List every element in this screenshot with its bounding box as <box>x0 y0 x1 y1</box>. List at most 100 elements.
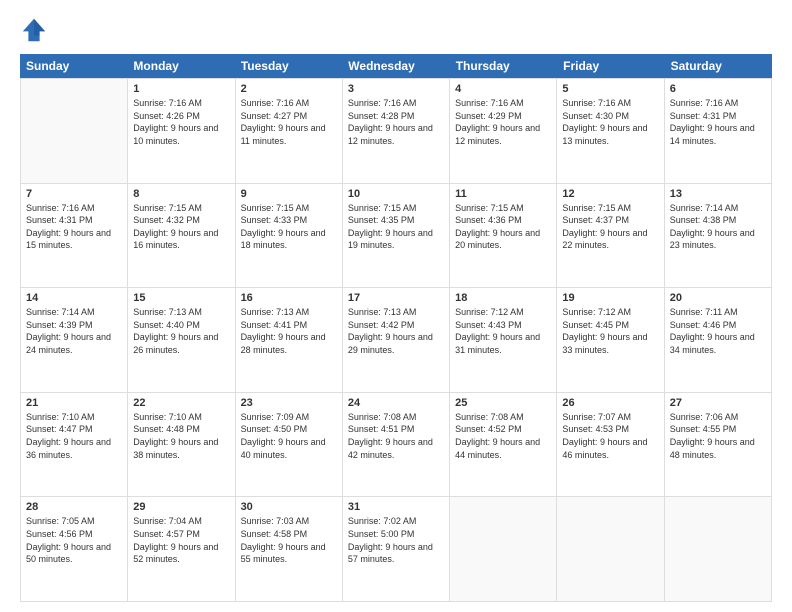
sunset-text: Sunset: 4:31 PM <box>26 214 122 227</box>
daylight-text: Daylight: 9 hours and 22 minutes. <box>562 227 658 252</box>
day-header: Friday <box>557 54 664 78</box>
sunset-text: Sunset: 4:40 PM <box>133 319 229 332</box>
sunrise-text: Sunrise: 7:06 AM <box>670 411 766 424</box>
calendar-cell: 20Sunrise: 7:11 AMSunset: 4:46 PMDayligh… <box>665 288 772 392</box>
calendar-cell: 30 Sunrise: 7:03 AMSunset: 4:58 PMDayligh… <box>236 497 343 601</box>
calendar-row: 1Sunrise: 7:16 AMSunset: 4:26 PMDaylight… <box>20 78 772 184</box>
day-number: 11 <box>455 188 551 200</box>
calendar-cell: 12Sunrise: 7:15 AMSunset: 4:37 PMDayligh… <box>557 184 664 288</box>
daylight-text: Daylight: 9 hours and 55 minutes. <box>241 541 337 566</box>
sunrise-text: Sunrise: 7:16 AM <box>133 97 229 110</box>
calendar-cell: 22Sunrise: 7:10 AMSunset: 4:48 PMDayligh… <box>128 393 235 497</box>
sunset-text: Sunset: 4:45 PM <box>562 319 658 332</box>
calendar-cell: 7Sunrise: 7:16 AMSunset: 4:31 PMDaylight… <box>21 184 128 288</box>
sunrise-text: Sunrise: 7:10 AM <box>26 411 122 424</box>
sunrise-text: Sunrise: 7:15 AM <box>455 202 551 215</box>
day-number: 15 <box>133 292 229 304</box>
sunset-text: Sunset: 4:26 PM <box>133 110 229 123</box>
sunrise-text: Sunrise: 7:12 AM <box>455 306 551 319</box>
sunrise-text: Sunrise: 7:16 AM <box>241 97 337 110</box>
sunrise-text: Sunrise: 7:13 AM <box>348 306 444 319</box>
sunset-text: Sunset: 4:38 PM <box>670 214 766 227</box>
day-number: 30 <box>241 501 337 513</box>
calendar-cell: 21Sunrise: 7:10 AMSunset: 4:47 PMDayligh… <box>21 393 128 497</box>
daylight-text: Daylight: 9 hours and 16 minutes. <box>133 227 229 252</box>
day-number: 3 <box>348 83 444 95</box>
daylight-text: Daylight: 9 hours and 48 minutes. <box>670 436 766 461</box>
daylight-text: Daylight: 9 hours and 40 minutes. <box>241 436 337 461</box>
day-number: 23 <box>241 397 337 409</box>
sunrise-text: Sunrise: 7:05 AM <box>26 515 122 528</box>
daylight-text: Daylight: 9 hours and 10 minutes. <box>133 122 229 147</box>
sunset-text: Sunset: 4:36 PM <box>455 214 551 227</box>
calendar-cell: 29Sunrise: 7:04 AMSunset: 4:57 PMDayligh… <box>128 497 235 601</box>
sunrise-text: Sunrise: 7:08 AM <box>455 411 551 424</box>
daylight-text: Daylight: 9 hours and 20 minutes. <box>455 227 551 252</box>
sunset-text: Sunset: 5:00 PM <box>348 528 444 541</box>
sunrise-text: Sunrise: 7:14 AM <box>670 202 766 215</box>
calendar-cell: 15Sunrise: 7:13 AMSunset: 4:40 PMDayligh… <box>128 288 235 392</box>
sunset-text: Sunset: 4:55 PM <box>670 423 766 436</box>
sunrise-text: Sunrise: 7:03 AM <box>241 515 337 528</box>
sunset-text: Sunset: 4:31 PM <box>670 110 766 123</box>
daylight-text: Daylight: 9 hours and 52 minutes. <box>133 541 229 566</box>
day-number: 24 <box>348 397 444 409</box>
calendar-cell: 24Sunrise: 7:08 AMSunset: 4:51 PMDayligh… <box>343 393 450 497</box>
daylight-text: Daylight: 9 hours and 29 minutes. <box>348 331 444 356</box>
sunset-text: Sunset: 4:50 PM <box>241 423 337 436</box>
calendar-row: 7Sunrise: 7:16 AMSunset: 4:31 PMDaylight… <box>20 184 772 289</box>
day-number: 18 <box>455 292 551 304</box>
calendar-cell <box>21 79 128 183</box>
calendar-cell: 27Sunrise: 7:06 AMSunset: 4:55 PMDayligh… <box>665 393 772 497</box>
sunrise-text: Sunrise: 7:11 AM <box>670 306 766 319</box>
calendar-cell: 25Sunrise: 7:08 AMSunset: 4:52 PMDayligh… <box>450 393 557 497</box>
header <box>20 16 772 44</box>
daylight-text: Daylight: 9 hours and 46 minutes. <box>562 436 658 461</box>
sunrise-text: Sunrise: 7:16 AM <box>348 97 444 110</box>
day-number: 28 <box>26 501 122 513</box>
sunset-text: Sunset: 4:39 PM <box>26 319 122 332</box>
day-header: Saturday <box>665 54 772 78</box>
sunset-text: Sunset: 4:57 PM <box>133 528 229 541</box>
daylight-text: Daylight: 9 hours and 12 minutes. <box>455 122 551 147</box>
calendar-cell: 17Sunrise: 7:13 AMSunset: 4:42 PMDayligh… <box>343 288 450 392</box>
logo <box>20 16 52 44</box>
sunrise-text: Sunrise: 7:15 AM <box>241 202 337 215</box>
sunrise-text: Sunrise: 7:15 AM <box>562 202 658 215</box>
day-number: 10 <box>348 188 444 200</box>
day-number: 17 <box>348 292 444 304</box>
calendar-cell: 4Sunrise: 7:16 AMSunset: 4:29 PMDaylight… <box>450 79 557 183</box>
sunset-text: Sunset: 4:43 PM <box>455 319 551 332</box>
sunset-text: Sunset: 4:56 PM <box>26 528 122 541</box>
day-header: Tuesday <box>235 54 342 78</box>
sunrise-text: Sunrise: 7:13 AM <box>133 306 229 319</box>
day-number: 29 <box>133 501 229 513</box>
daylight-text: Daylight: 9 hours and 24 minutes. <box>26 331 122 356</box>
day-number: 9 <box>241 188 337 200</box>
day-number: 16 <box>241 292 337 304</box>
calendar-cell: 31Sunrise: 7:02 AMSunset: 5:00 PMDayligh… <box>343 497 450 601</box>
sunset-text: Sunset: 4:27 PM <box>241 110 337 123</box>
sunset-text: Sunset: 4:46 PM <box>670 319 766 332</box>
calendar-cell <box>450 497 557 601</box>
sunset-text: Sunset: 4:32 PM <box>133 214 229 227</box>
sunrise-text: Sunrise: 7:02 AM <box>348 515 444 528</box>
sunrise-text: Sunrise: 7:12 AM <box>562 306 658 319</box>
calendar-cell: 2Sunrise: 7:16 AMSunset: 4:27 PMDaylight… <box>236 79 343 183</box>
sunset-text: Sunset: 4:33 PM <box>241 214 337 227</box>
calendar-cell: 6Sunrise: 7:16 AMSunset: 4:31 PMDaylight… <box>665 79 772 183</box>
daylight-text: Daylight: 9 hours and 38 minutes. <box>133 436 229 461</box>
sunrise-text: Sunrise: 7:07 AM <box>562 411 658 424</box>
day-number: 6 <box>670 83 766 95</box>
sunset-text: Sunset: 4:58 PM <box>241 528 337 541</box>
day-number: 25 <box>455 397 551 409</box>
sunrise-text: Sunrise: 7:13 AM <box>241 306 337 319</box>
day-header: Monday <box>127 54 234 78</box>
daylight-text: Daylight: 9 hours and 34 minutes. <box>670 331 766 356</box>
day-number: 13 <box>670 188 766 200</box>
calendar-body: 1Sunrise: 7:16 AMSunset: 4:26 PMDaylight… <box>20 78 772 602</box>
sunset-text: Sunset: 4:48 PM <box>133 423 229 436</box>
day-number: 7 <box>26 188 122 200</box>
day-header: Sunday <box>20 54 127 78</box>
daylight-text: Daylight: 9 hours and 42 minutes. <box>348 436 444 461</box>
